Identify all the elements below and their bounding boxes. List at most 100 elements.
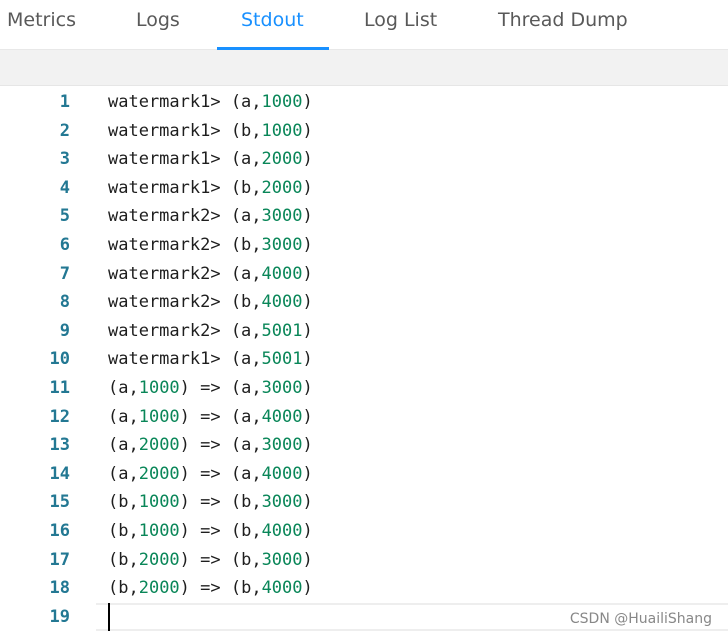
text-token: )	[302, 320, 313, 341]
text-token: )	[302, 378, 313, 398]
text-token: ) => (a,	[179, 378, 262, 398]
text-token: (a,	[108, 378, 139, 398]
code-line: 5 watermark2> (a,3000)	[0, 202, 728, 231]
text-token: (b,	[108, 549, 139, 570]
text-token: watermark1> (a,	[108, 349, 262, 370]
tab-logs[interactable]: Logs	[136, 0, 180, 50]
line-number: 14	[49, 463, 70, 484]
number-token: 4000	[261, 463, 303, 484]
tab-metrics[interactable]: Metrics	[7, 0, 76, 50]
code-text: (a,2000) => (a,4000)	[108, 460, 313, 489]
code-line: 2 watermark1> (b,1000)	[0, 117, 728, 146]
text-token: )	[302, 435, 313, 456]
line-number: 1	[59, 92, 70, 112]
number-token: 2000	[138, 578, 180, 599]
text-token: )	[302, 349, 313, 370]
number-token: 4000	[261, 521, 303, 541]
code-line: 13 (a,2000) => (a,3000)	[0, 431, 728, 460]
text-token: )	[302, 292, 313, 313]
number-token: 4000	[261, 406, 303, 427]
text-token: )	[302, 492, 313, 513]
line-number: 18	[49, 578, 70, 599]
number-token: 1000	[261, 120, 303, 141]
code-text: watermark2> (b,4000)	[108, 288, 313, 317]
line-number: 12	[49, 406, 70, 427]
tab-stdout[interactable]: Stdout	[241, 0, 304, 50]
code-line: 17 (b,2000) => (b,3000)	[0, 546, 728, 575]
code-text: (a,2000) => (a,3000)	[108, 431, 313, 460]
code-line: 3 watermark1> (a,2000)	[0, 145, 728, 174]
text-token: (b,	[108, 578, 139, 599]
text-token: watermark2> (a,	[108, 263, 262, 284]
code-line: 11 (a,1000) => (a,3000)	[0, 374, 728, 403]
tab-log-list[interactable]: Log List	[364, 0, 437, 50]
number-token: 3000	[261, 435, 303, 456]
number-token: 5001	[261, 349, 303, 370]
line-number: 6	[59, 235, 70, 255]
number-token: 1000	[261, 92, 303, 112]
text-token: )	[302, 578, 313, 599]
text-token: )	[302, 521, 313, 541]
line-number: 13	[49, 435, 70, 456]
text-token: ) => (a,	[179, 463, 262, 484]
code-text: (b,2000) => (b,3000)	[108, 546, 313, 575]
text-token: )	[302, 149, 313, 170]
number-token: 4000	[261, 292, 303, 313]
code-text: watermark2> (a,4000)	[108, 260, 313, 289]
code-line: 6 watermark2> (b,3000)	[0, 231, 728, 260]
line-number: 3	[59, 149, 70, 170]
text-token: ) => (b,	[179, 549, 262, 570]
number-token: 3000	[261, 235, 303, 255]
code-line: 1 watermark1> (a,1000)	[0, 88, 728, 117]
text-token: watermark2> (a,	[108, 320, 262, 341]
code-line: 8 watermark2> (b,4000)	[0, 288, 728, 317]
number-token: 3000	[261, 378, 303, 398]
number-token: 2000	[138, 463, 180, 484]
text-token: )	[302, 177, 313, 198]
line-number: 17	[49, 549, 70, 570]
text-token: (b,	[108, 521, 139, 541]
number-token: 2000	[138, 435, 180, 456]
number-token: 2000	[261, 149, 303, 170]
text-token: watermark1> (b,	[108, 120, 262, 141]
code-line: 12 (a,1000) => (a,4000)	[0, 403, 728, 432]
line-number: 10	[49, 349, 70, 370]
code-text: (b,1000) => (b,4000)	[108, 517, 313, 546]
code-text: watermark2> (a,5001)	[108, 317, 313, 346]
tab-bar: Metrics Logs Stdout Log List Thread Dump	[0, 0, 728, 50]
text-token: ) => (b,	[179, 492, 262, 513]
toolbar	[0, 50, 728, 86]
code-text: (b,2000) => (b,4000)	[108, 574, 313, 603]
code-text: watermark2> (b,3000)	[108, 231, 313, 260]
text-token: watermark2> (b,	[108, 235, 262, 255]
text-token: )	[302, 549, 313, 570]
text-token: (a,	[108, 435, 139, 456]
line-number: 2	[59, 120, 70, 141]
text-token: )	[302, 263, 313, 284]
code-text: watermark1> (b,2000)	[108, 174, 313, 203]
line-number: 5	[59, 206, 70, 227]
text-token: ) => (a,	[179, 406, 262, 427]
code-line: 15 (b,1000) => (b,3000)	[0, 488, 728, 517]
code-text: watermark1> (a,1000)	[108, 88, 313, 117]
tab-thread-dump[interactable]: Thread Dump	[498, 0, 628, 50]
text-token: ) => (b,	[179, 578, 262, 599]
text-token: watermark2> (b,	[108, 292, 262, 313]
watermark: CSDN @HuailiShang	[569, 611, 712, 627]
line-number: 11	[49, 378, 70, 398]
line-number: 19	[49, 606, 70, 627]
line-number: 15	[49, 492, 70, 513]
number-token: 1000	[138, 378, 180, 398]
number-token: 4000	[261, 263, 303, 284]
text-token: watermark2> (a,	[108, 206, 262, 227]
stdout-code-editor[interactable]: 1 watermark1> (a,1000) 2 watermark1> (b,100…	[0, 86, 728, 635]
code-line: 7 watermark2> (a,4000)	[0, 260, 728, 289]
text-token: ) => (a,	[179, 435, 262, 456]
number-token: 2000	[261, 177, 303, 198]
number-token: 1000	[138, 492, 180, 513]
line-number: 8	[59, 292, 70, 313]
code-line: 4 watermark1> (b,2000)	[0, 174, 728, 203]
line-number: 9	[59, 320, 70, 341]
number-token: 4000	[261, 578, 303, 599]
code-line: 18 (b,2000) => (b,4000)	[0, 574, 728, 603]
